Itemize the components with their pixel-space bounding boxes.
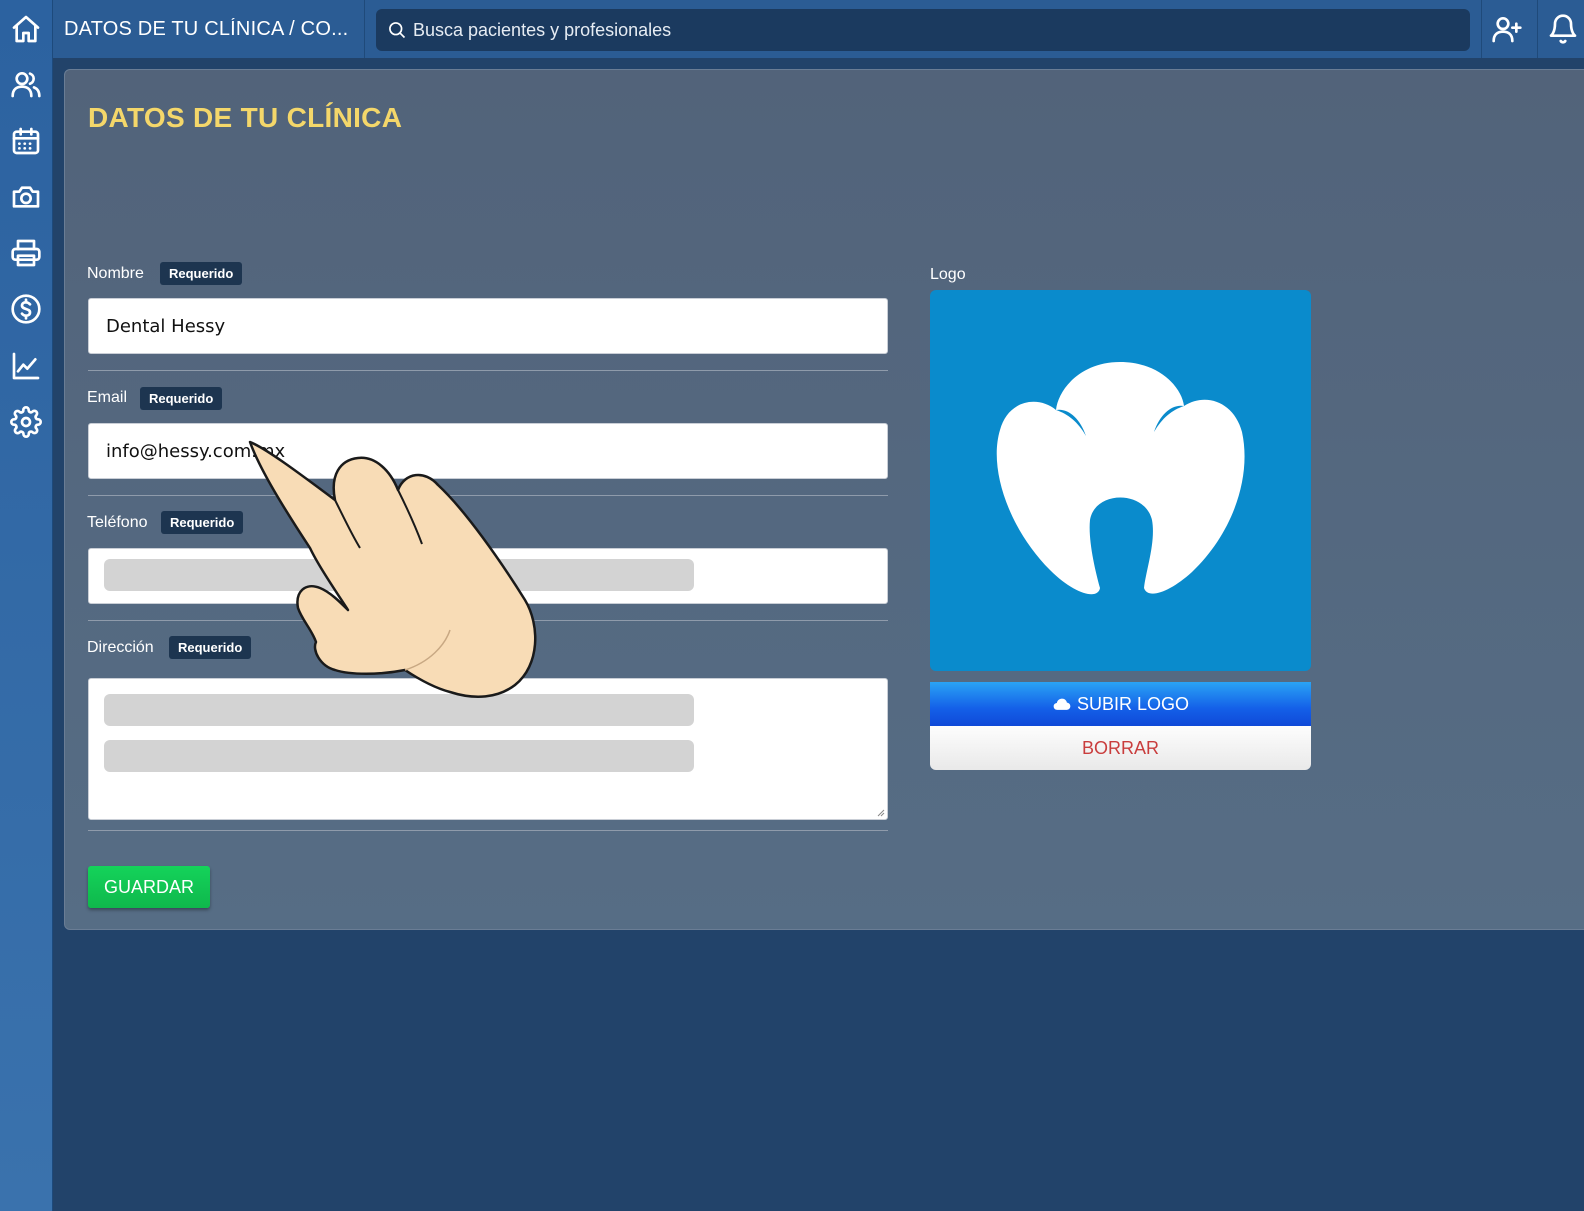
chart-icon[interactable] bbox=[8, 348, 44, 384]
phone-field[interactable] bbox=[88, 548, 888, 604]
email-label: Email bbox=[87, 389, 128, 406]
name-field[interactable] bbox=[88, 298, 888, 354]
email-input[interactable] bbox=[89, 424, 887, 478]
logo-label: Logo bbox=[930, 266, 966, 283]
search-icon bbox=[389, 22, 406, 39]
clinic-data-panel: DATOS DE TU CLÍNICA Nombre Requerido Ema… bbox=[64, 69, 1584, 930]
loading-placeholder bbox=[104, 740, 694, 772]
tooth-logo-icon bbox=[996, 362, 1245, 595]
required-badge: Requerido bbox=[161, 511, 244, 534]
search-input[interactable] bbox=[413, 9, 1453, 51]
home-icon[interactable] bbox=[8, 11, 44, 47]
dollar-icon[interactable] bbox=[8, 291, 44, 327]
loading-placeholder bbox=[104, 694, 694, 726]
cloud-icon bbox=[1053, 698, 1071, 710]
search-box[interactable] bbox=[376, 9, 1470, 51]
phone-label: Teléfono bbox=[87, 514, 148, 531]
required-badge: Requerido bbox=[169, 636, 252, 659]
save-button[interactable]: GUARDAR bbox=[88, 866, 210, 908]
printer-icon[interactable] bbox=[8, 235, 44, 271]
calendar-icon[interactable] bbox=[8, 123, 44, 159]
loading-placeholder bbox=[104, 559, 694, 591]
divider bbox=[88, 495, 888, 496]
address-textarea[interactable] bbox=[88, 678, 888, 820]
bell-icon[interactable] bbox=[1547, 13, 1581, 47]
camera-icon[interactable] bbox=[8, 179, 44, 215]
divider bbox=[88, 830, 888, 831]
name-input[interactable] bbox=[89, 299, 887, 353]
required-badge: Requerido bbox=[140, 387, 223, 410]
divider bbox=[88, 370, 888, 371]
divider bbox=[364, 0, 365, 58]
divider bbox=[88, 620, 888, 621]
divider bbox=[1481, 0, 1482, 58]
clinic-logo-image bbox=[930, 290, 1311, 671]
address-label: Dirección bbox=[87, 639, 154, 656]
sidebar bbox=[0, 0, 53, 1211]
top-bar: DATOS DE TU CLÍNICA / CO... bbox=[53, 0, 1584, 58]
page-title: DATOS DE TU CLÍNICA bbox=[88, 102, 403, 133]
gear-icon[interactable] bbox=[8, 404, 44, 440]
breadcrumb[interactable]: DATOS DE TU CLÍNICA / CO... bbox=[64, 18, 354, 41]
add-user-icon[interactable] bbox=[1491, 13, 1525, 47]
upload-logo-label: SUBIR LOGO bbox=[1076, 693, 1190, 714]
upload-logo-button[interactable]: SUBIR LOGO bbox=[930, 682, 1311, 726]
delete-logo-button[interactable]: BORRAR bbox=[930, 726, 1311, 770]
name-label: Nombre bbox=[87, 265, 144, 282]
resize-handle-icon[interactable] bbox=[875, 807, 885, 817]
email-field[interactable] bbox=[88, 423, 888, 479]
divider bbox=[1537, 0, 1538, 58]
required-badge: Requerido bbox=[160, 262, 243, 285]
users-icon[interactable] bbox=[8, 66, 44, 102]
